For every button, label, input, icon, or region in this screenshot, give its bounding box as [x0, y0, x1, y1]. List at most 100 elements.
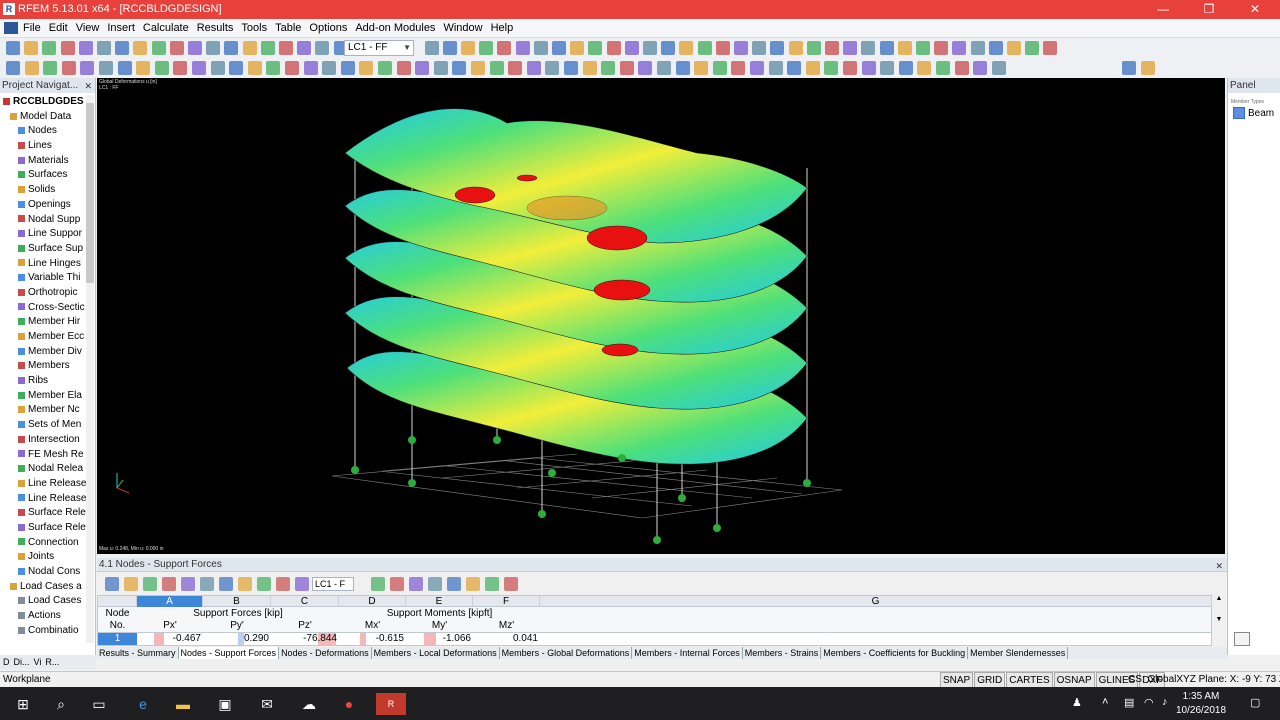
- toolbar-button[interactable]: [206, 41, 221, 55]
- tab-nodes-support-forces[interactable]: Nodes - Support Forces: [178, 647, 280, 659]
- toolbar-button[interactable]: [843, 41, 858, 55]
- toolbar-button[interactable]: [606, 41, 621, 55]
- toolbar-button[interactable]: [279, 41, 293, 55]
- tree-item[interactable]: Line Release: [0, 477, 86, 492]
- tree-model-data[interactable]: Model Data: [0, 110, 86, 125]
- toolbar-button[interactable]: [24, 41, 39, 55]
- toolbar-button[interactable]: [545, 61, 560, 75]
- toolbar-button[interactable]: [117, 61, 132, 75]
- menu-window[interactable]: Window: [442, 22, 483, 34]
- tree-item[interactable]: Nodes: [0, 124, 86, 139]
- toolbar-button[interactable]: [970, 41, 985, 55]
- toolbar-button[interactable]: [731, 61, 746, 75]
- task-view-icon[interactable]: ▭: [88, 693, 110, 715]
- load-case-select[interactable]: LC1 - FF ▼: [344, 40, 414, 56]
- toolbar-button[interactable]: [624, 41, 639, 55]
- toolbar-button[interactable]: [675, 61, 690, 75]
- toolbar-button[interactable]: [322, 61, 337, 75]
- toolbar-button[interactable]: [570, 41, 585, 55]
- toolbar-button[interactable]: [715, 41, 730, 55]
- table-toolbar-button[interactable]: [504, 577, 518, 591]
- document-icon[interactable]: [4, 22, 18, 34]
- people-icon[interactable]: ♟: [1072, 696, 1082, 709]
- table-toolbar-button[interactable]: [371, 577, 385, 591]
- tree-item[interactable]: Openings: [0, 198, 86, 213]
- navigator-scrollbar[interactable]: [86, 95, 94, 643]
- tree-item[interactable]: Member Div: [0, 345, 86, 360]
- mail-icon[interactable]: ✉: [256, 693, 278, 715]
- tab-members-internal-forces[interactable]: Members - Internal Forces: [632, 647, 743, 659]
- toolbar-button[interactable]: [133, 41, 148, 55]
- tree-item[interactable]: Cross-Sectic: [0, 301, 86, 316]
- table-toolbar-button[interactable]: [295, 577, 309, 591]
- tab-views[interactable]: Vi: [34, 655, 42, 669]
- tree-item[interactable]: Member Nc: [0, 403, 86, 418]
- tree-item[interactable]: Member Hir: [0, 315, 86, 330]
- column-d[interactable]: D: [339, 596, 406, 607]
- toolbar-button[interactable]: [80, 61, 95, 75]
- maximize-button[interactable]: ❐: [1186, 0, 1232, 19]
- menu-calculate[interactable]: Calculate: [142, 22, 190, 34]
- toolbar-button[interactable]: [638, 61, 653, 75]
- toolbar-button[interactable]: [224, 41, 239, 55]
- toolbar-button[interactable]: [770, 41, 785, 55]
- tray-chevron-icon[interactable]: ˄: [1102, 696, 1108, 708]
- toolbar-button[interactable]: [806, 41, 821, 55]
- toolbar-button[interactable]: [952, 41, 967, 55]
- table-toolbar-button[interactable]: [143, 577, 157, 591]
- toolbar-button[interactable]: [359, 61, 374, 75]
- toolbar-button[interactable]: [898, 61, 913, 75]
- toolbar-button[interactable]: [805, 61, 820, 75]
- table-toolbar-button[interactable]: [219, 577, 233, 591]
- toolbar-button[interactable]: [266, 61, 281, 75]
- tree-item[interactable]: Joints: [0, 550, 86, 565]
- toolbar-button[interactable]: [154, 61, 169, 75]
- py-cell[interactable]: 0.290: [203, 633, 269, 645]
- tree-root[interactable]: RCCBLDGDES: [0, 95, 86, 110]
- toolbar-button[interactable]: [825, 41, 839, 55]
- toolbar-button[interactable]: [679, 41, 694, 55]
- toolbar-button[interactable]: [880, 61, 895, 75]
- toolbar-button[interactable]: [151, 41, 166, 55]
- toolbar-button[interactable]: [897, 41, 912, 55]
- toolbar-button[interactable]: [582, 61, 597, 75]
- tab-data[interactable]: D: [3, 655, 10, 669]
- toolbar-button[interactable]: [657, 61, 671, 75]
- column-b[interactable]: B: [203, 596, 271, 607]
- toolbar-button[interactable]: [43, 61, 58, 75]
- toolbar-button[interactable]: [188, 41, 202, 55]
- toolbar-button[interactable]: [697, 41, 712, 55]
- toolbar-button[interactable]: [988, 41, 1003, 55]
- tree-item[interactable]: Actions: [0, 609, 86, 624]
- toolbar-button[interactable]: [934, 41, 949, 55]
- toolbar-button[interactable]: [136, 61, 151, 75]
- toolbar-button[interactable]: [60, 41, 75, 55]
- toolbar-button[interactable]: [247, 61, 262, 75]
- tree-item[interactable]: Nodal Relea: [0, 462, 86, 477]
- search-icon[interactable]: ⌕: [50, 693, 72, 715]
- windows-start-icon[interactable]: ⊞: [12, 693, 34, 715]
- toolbar-button[interactable]: [533, 41, 548, 55]
- tree-item[interactable]: Solids: [0, 183, 86, 198]
- toolbar-button[interactable]: [515, 41, 530, 55]
- toolbar-button[interactable]: [489, 61, 504, 75]
- toolbar-button[interactable]: [461, 41, 475, 55]
- toolbar-button[interactable]: [42, 41, 57, 55]
- toolbar-button[interactable]: [788, 41, 803, 55]
- toolbar-button[interactable]: [619, 61, 634, 75]
- app-icon[interactable]: ☁: [298, 693, 320, 715]
- tree-item[interactable]: Surface Rele: [0, 506, 86, 521]
- tree-item[interactable]: Line Release: [0, 492, 86, 507]
- table-toolbar-button[interactable]: [257, 577, 271, 591]
- toolbar-button[interactable]: [1007, 41, 1021, 55]
- toolbar-button[interactable]: [861, 41, 876, 55]
- toolbar-button[interactable]: [1043, 41, 1058, 55]
- mx-cell[interactable]: -0.615: [339, 633, 404, 645]
- menu-edit[interactable]: Edit: [48, 22, 69, 34]
- menu-tools[interactable]: Tools: [240, 22, 268, 34]
- toolbar-button[interactable]: [694, 61, 709, 75]
- toolbar-button[interactable]: [442, 41, 457, 55]
- toolbar-button[interactable]: [78, 41, 93, 55]
- tree-item[interactable]: Nodal Supp: [0, 213, 86, 228]
- tree-item[interactable]: Surface Rele: [0, 521, 86, 536]
